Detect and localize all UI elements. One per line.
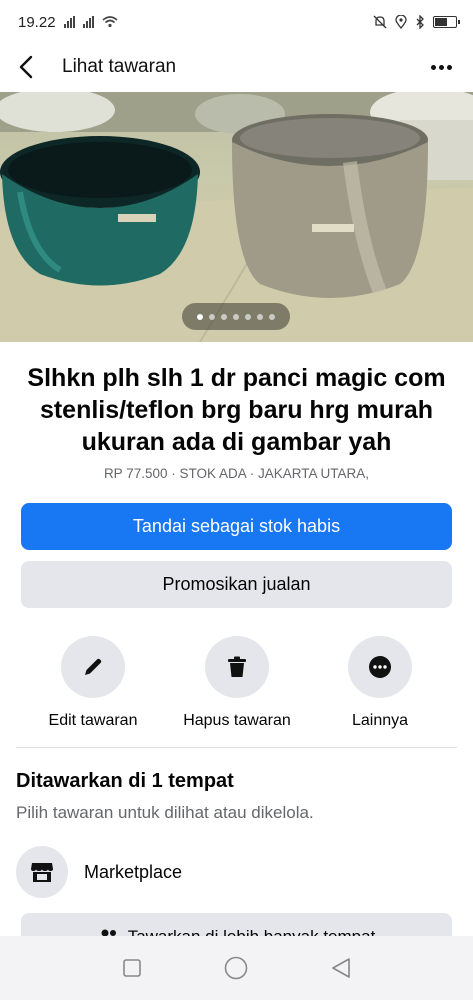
home-button[interactable] [216,948,256,988]
edit-listing-action[interactable]: Edit tawaran [28,636,158,730]
place-icon-circle [16,846,68,898]
location-icon [395,15,407,29]
more-action-circle[interactable] [348,636,412,698]
photo-pager [182,303,290,330]
system-navigation-bar [0,936,473,1000]
pager-dot[interactable] [221,313,227,320]
circle-icon [225,956,248,980]
top-app-bar: Lihat tawaran [0,44,473,90]
battery-icon [433,16,460,28]
more-label: Lainnya [351,712,409,729]
status-time: 19.22 [18,13,56,31]
square-icon [123,959,141,977]
pager-dot[interactable] [245,313,251,320]
triangle-back-icon [332,958,350,978]
bluetooth-icon [416,15,424,29]
wifi-icon [102,16,118,28]
promote-listing-button[interactable]: Promosikan jualan [21,561,452,608]
pencil-icon [85,658,102,675]
pager-dot[interactable] [269,313,275,320]
offered-section-subtitle: Pilih tawaran untuk dilihat atau dikelol… [16,803,314,822]
more-action[interactable]: Lainnya [315,636,445,730]
pager-dot[interactable] [257,313,263,320]
back-button[interactable] [0,44,52,90]
trash-icon [228,656,246,677]
delete-listing-action[interactable]: Hapus tawaran [172,636,302,730]
delete-action-circle[interactable] [205,636,269,698]
offered-section-title: Ditawarkan di 1 tempat [16,770,234,792]
mute-bell-icon [373,15,387,29]
page-title: Lihat tawaran [62,56,177,77]
more-options-button[interactable] [425,52,457,82]
place-item-marketplace[interactable]: Marketplace [16,845,457,899]
mark-sold-button[interactable]: Tandai sebagai stok habis [21,503,452,550]
divider [16,747,457,748]
more-circle-icon [369,656,391,678]
more-horizontal-icon [430,64,436,70]
listing-meta: RP 77.500 · STOK ADA · JAKARTA UTARA, [103,466,370,481]
chevron-left-icon [19,55,33,79]
signal-1-icon [63,16,75,28]
recent-apps-button[interactable] [112,948,152,988]
status-time-group: 19.22 [18,14,118,31]
pager-dot[interactable] [233,313,239,320]
place-label: Marketplace [84,861,183,882]
pager-dot[interactable] [209,313,215,320]
edit-listing-label: Edit tawaran [48,712,138,729]
delete-listing-label: Hapus tawaran [183,712,291,729]
status-bar: 19.22 [0,0,473,44]
signal-2-icon [82,16,94,28]
status-icons [373,15,460,29]
back-nav-button[interactable] [321,948,361,988]
pager-dot[interactable] [197,313,203,320]
marketplace-icon [31,863,53,882]
listing-title: Slhkn plh slh 1 dr panci magic com stenl… [27,364,446,456]
edit-action-circle[interactable] [61,636,125,698]
